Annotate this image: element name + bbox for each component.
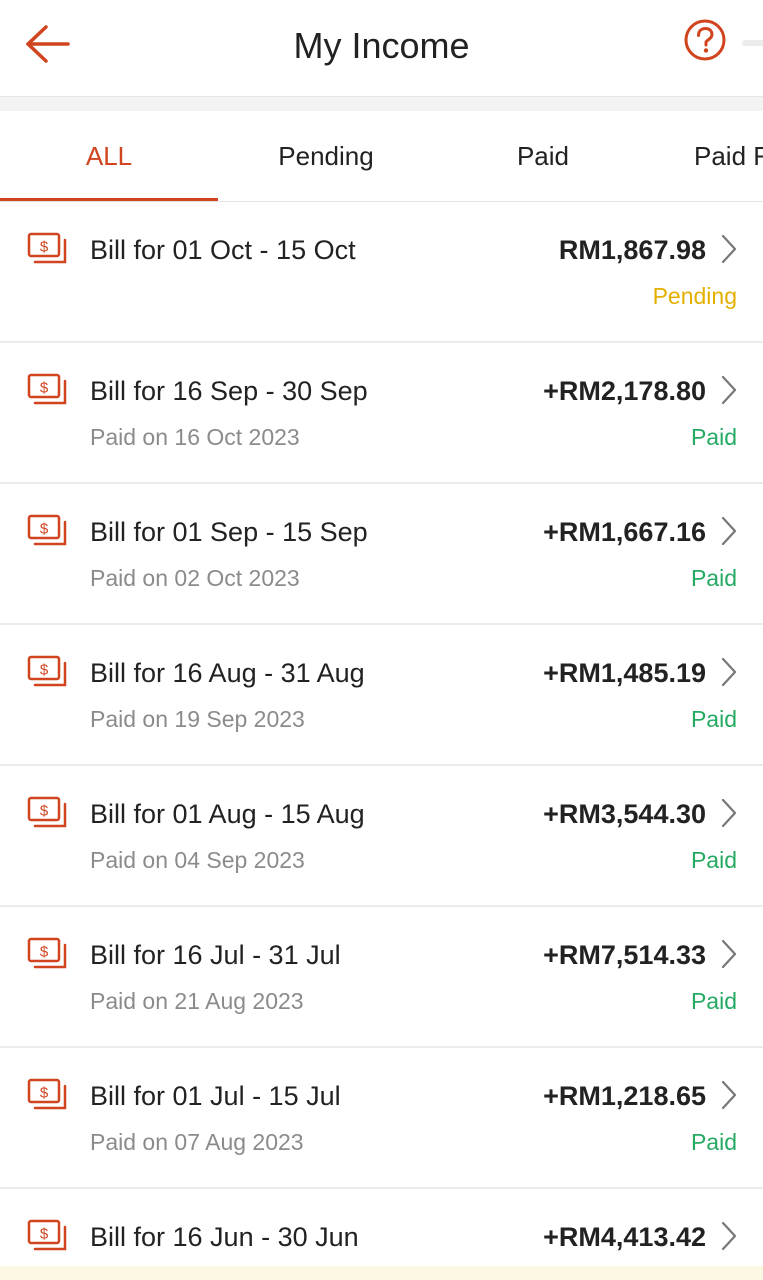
bill-amount: RM1,867.98 [558,235,706,265]
chevron-right-icon [721,375,737,405]
svg-text:$: $ [40,944,49,961]
svg-text:$: $ [40,662,49,679]
bill-paid-date: Paid on 07 Aug 2023 [90,1129,304,1155]
money-bill-icon: $ [27,937,67,969]
tab-paid-f[interactable]: Paid F [694,111,763,201]
chevron-right-icon [721,939,737,969]
svg-text:$: $ [40,803,49,820]
bill-row[interactable]: $ Bill for 01 Oct - 15 Oct RM1,867.98 Pe… [0,202,763,343]
bill-row[interactable]: $ Bill for 01 Aug - 15 Aug Paid on 04 Se… [0,766,763,907]
chevron-right-icon [721,234,737,264]
bill-status: Paid [690,706,737,732]
bill-title: Bill for 01 Aug - 15 Aug [90,799,365,829]
money-bill-icon: $ [27,655,67,687]
bill-title: Bill for 01 Sep - 15 Sep [90,517,368,547]
tab-all[interactable]: ALL [0,111,218,201]
bill-paid-date: Paid on 19 Sep 2023 [90,706,305,732]
bill-paid-date: Paid on 02 Oct 2023 [90,565,300,591]
tab-paid[interactable]: Paid [434,111,652,201]
page-title: My Income [293,25,470,66]
bill-amount: +RM1,218.65 [543,1081,706,1111]
bill-title: Bill for 16 Jul - 31 Jul [90,940,341,970]
bill-status: Paid [690,847,737,873]
bill-amount: +RM7,514.33 [543,940,706,970]
bill-row[interactable]: $ Bill for 16 Jul - 31 Jul Paid on 21 Au… [0,907,763,1048]
bill-row[interactable]: $ Bill for 01 Jul - 15 Jul Paid on 07 Au… [0,1048,763,1189]
header-edge-shadow [742,40,763,46]
bill-title: Bill for 16 Jun - 30 Jun [90,1222,359,1252]
bill-amount: +RM4,413.42 [543,1222,706,1252]
bill-title: Bill for 01 Jul - 15 Jul [90,1081,341,1111]
tab-pending[interactable]: Pending [218,111,434,201]
bill-title: Bill for 16 Sep - 30 Sep [90,376,368,406]
bill-status: Paid [690,424,737,450]
bill-title: Bill for 01 Oct - 15 Oct [90,235,356,265]
bill-amount: +RM1,485.19 [543,658,706,688]
svg-text:$: $ [40,239,49,256]
bill-amount: +RM2,178.80 [543,376,706,406]
question-circle-icon [684,19,726,61]
bill-list: $ Bill for 01 Oct - 15 Oct RM1,867.98 Pe… [0,202,763,1280]
money-bill-icon: $ [27,1219,67,1251]
chevron-right-icon [721,798,737,828]
header-bar: My Income [0,0,763,97]
bill-paid-date: Paid on 04 Sep 2023 [90,847,305,873]
svg-text:$: $ [40,521,49,538]
bill-row[interactable]: $ Bill for 16 Aug - 31 Aug Paid on 19 Se… [0,625,763,766]
chevron-right-icon [721,657,737,687]
money-bill-icon: $ [27,373,67,405]
svg-text:$: $ [40,380,49,397]
money-bill-icon: $ [27,514,67,546]
help-button[interactable] [682,17,728,63]
chevron-right-icon [721,1080,737,1110]
bottom-highlight-band [0,1266,763,1280]
money-bill-icon: $ [27,232,67,264]
chevron-right-icon [721,1221,737,1251]
svg-text:$: $ [40,1085,49,1102]
money-bill-icon: $ [27,796,67,828]
bill-title: Bill for 16 Aug - 31 Aug [90,658,365,688]
chevron-right-icon [721,516,737,546]
header-divider-band [0,97,763,111]
bill-row[interactable]: $ Bill for 01 Sep - 15 Sep Paid on 02 Oc… [0,484,763,625]
income-tabs: ALL Pending Paid Paid F [0,111,763,202]
bill-paid-date: Paid on 21 Aug 2023 [90,988,304,1014]
bill-status: Paid [690,1129,737,1155]
svg-text:$: $ [40,1226,49,1243]
bill-amount: +RM3,544.30 [543,799,706,829]
bill-paid-date: Paid on 16 Oct 2023 [90,424,300,450]
bill-row[interactable]: $ Bill for 16 Sep - 30 Sep Paid on 16 Oc… [0,343,763,484]
bill-status: Pending [652,283,737,309]
my-income-screen: My Income ALL Pending Paid Paid F $ Bill… [0,0,763,1280]
bill-amount: +RM1,667.16 [543,517,706,547]
bill-status: Paid [690,988,737,1014]
money-bill-icon: $ [27,1078,67,1110]
bill-status: Paid [690,565,737,591]
